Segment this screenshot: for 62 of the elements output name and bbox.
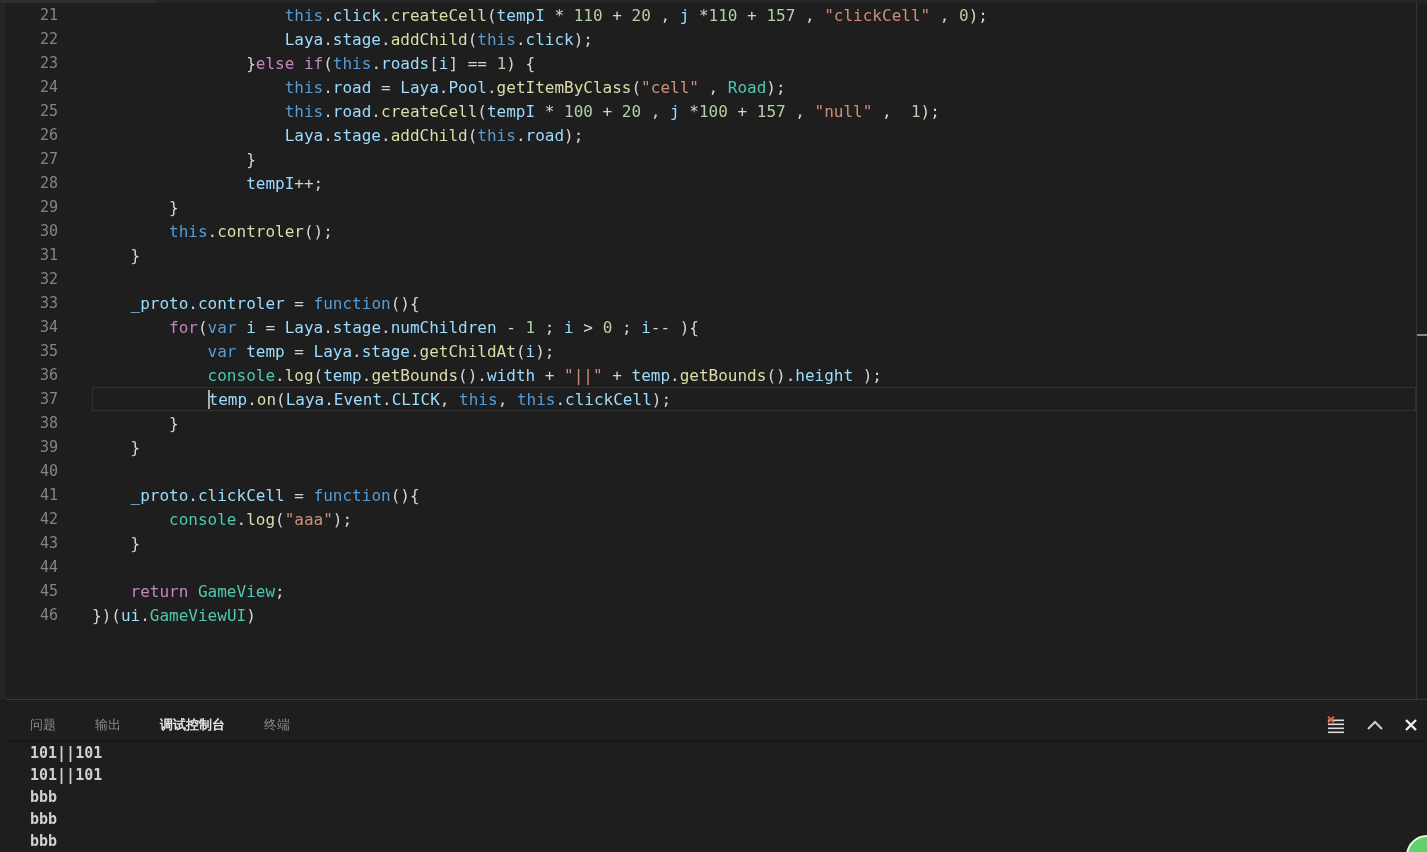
code-line: Laya.stage.addChild(this.road); [283, 124, 585, 147]
text-cursor [208, 390, 210, 409]
chevron-up-icon[interactable] [1367, 720, 1383, 730]
code-line: Laya.stage.addChild(this.click); [283, 28, 594, 51]
line-number: 29 [38, 198, 59, 216]
line-number: 41 [38, 486, 59, 504]
line-number: 45 [38, 582, 59, 600]
code-line: })(ui.GameViewUI) [92, 604, 257, 627]
line-number: 38 [38, 414, 59, 432]
line-number: 37 [38, 390, 59, 408]
panel-tab[interactable]: 问题 [30, 716, 56, 734]
line-number: 33 [38, 294, 59, 312]
line-number: 24 [38, 78, 59, 96]
line-number: 42 [38, 510, 59, 528]
line-number: 36 [38, 366, 59, 384]
code-line: var temp = Laya.stage.getChildAt(i); [206, 340, 556, 363]
line-number: 23 [38, 54, 59, 72]
clear-console-icon[interactable] [1327, 716, 1345, 734]
line-number: 34 [38, 318, 59, 336]
console-output-line: bbb [30, 787, 58, 808]
line-number: 35 [38, 342, 59, 360]
code-line: } [129, 532, 142, 555]
line-number: 22 [38, 30, 59, 48]
panel-tab[interactable]: 输出 [95, 716, 121, 734]
scrollbar-marker [1417, 334, 1427, 336]
code-line: tempI++; [245, 172, 325, 195]
code-line: this.click.createCell(tempI * 110 + 20 , j *110 + 157 , "clickCell" , 0); [283, 4, 989, 27]
line-number: 25 [38, 102, 59, 120]
panel-tab[interactable]: 终端 [264, 716, 290, 734]
code-line: this.road = Laya.Pool.getItemByClass("cell" , Road); [283, 76, 787, 99]
code-line: console.log("aaa"); [168, 508, 354, 531]
line-number: 46 [38, 606, 59, 624]
code-line: } [129, 436, 142, 459]
panel-tab[interactable]: 调试控制台 [160, 716, 225, 734]
line-number: 26 [38, 126, 59, 144]
line-number: 44 [38, 558, 59, 576]
console-output-line: 101||101 [30, 743, 103, 764]
code-line: _proto.controler = function(){ [129, 292, 421, 315]
line-number: 28 [38, 174, 59, 192]
code-line: for(var i = Laya.stage.numChildren - 1 ; i > 0 ; i-- ){ [168, 316, 700, 339]
line-number: 40 [38, 462, 59, 480]
line-number: 31 [38, 246, 59, 264]
code-line: } [168, 196, 180, 219]
line-number: 30 [38, 222, 59, 240]
console-output-line: 101||101 [30, 765, 103, 786]
code-line: return GameView; [129, 580, 286, 603]
code-line: } [245, 148, 257, 171]
line-number: 21 [38, 6, 59, 24]
line-number: 39 [38, 438, 59, 456]
code-line: } [129, 244, 142, 267]
console-output-line: bbb [30, 831, 58, 852]
code-line: }else if(this.roads[i] == 1) { [245, 52, 537, 75]
code-line: } [168, 412, 180, 435]
line-number: 32 [38, 270, 59, 288]
line-number: 27 [38, 150, 59, 168]
code-line: _proto.clickCell = function(){ [129, 484, 421, 507]
close-icon[interactable] [1405, 719, 1417, 731]
code-line: this.road.createCell(tempI * 100 + 20 , j *100 + 157 , "null" , 1); [283, 100, 941, 123]
code-line: this.controler(); [168, 220, 334, 243]
code-line: console.log(temp.getBounds().width + "||" + temp.getBounds().height ); [206, 364, 883, 387]
line-number: 43 [38, 534, 59, 552]
console-output-line: bbb [30, 809, 58, 830]
